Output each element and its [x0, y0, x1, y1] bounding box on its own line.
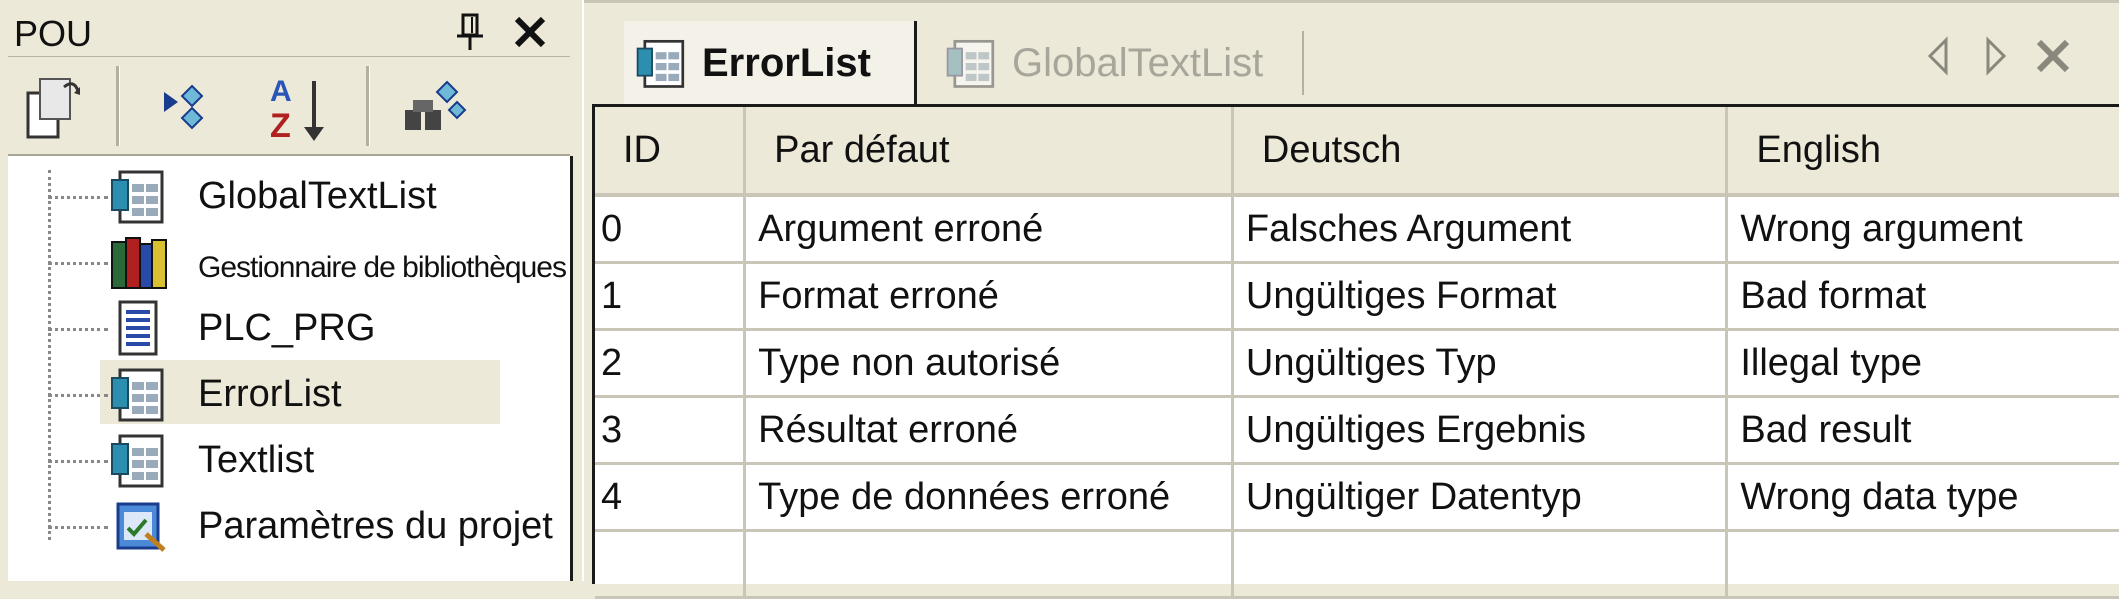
project-settings-icon [116, 502, 166, 552]
sort-by-type-icon [164, 84, 204, 130]
properties-button[interactable] [12, 68, 92, 148]
pou-panel: POU A Z GlobalTextList Gestionnaire de b… [8, 8, 573, 581]
tree-item-project-settings[interactable]: Paramètres du projet [8, 492, 570, 558]
cell-deutsch[interactable]: Ungültiger Datentyp [1232, 463, 1729, 532]
cell-default[interactable]: Format erroné [744, 262, 1234, 331]
sort-az-icon: A Z [270, 75, 324, 145]
table-row-empty[interactable] [595, 530, 2119, 599]
close-icon [2036, 39, 2070, 73]
pin-icon [457, 13, 483, 50]
toolbar-separator [116, 66, 120, 146]
close-panel-button[interactable] [508, 10, 552, 54]
tree-item-label: PLC_PRG [198, 307, 376, 349]
tree-connector [48, 394, 108, 397]
cell-default[interactable]: Argument erroné [744, 195, 1234, 264]
tree-connector [48, 526, 108, 529]
textlist-icon [111, 434, 164, 488]
column-header-english[interactable]: English [1726, 107, 2119, 197]
tab-label: GlobalTextList [1012, 40, 1264, 85]
tree-item-label: Textlist [198, 439, 315, 481]
close-icon [514, 16, 546, 48]
tree-item-errorlist[interactable]: ErrorList [8, 360, 570, 426]
cell-default[interactable]: Type non autorisé [744, 329, 1234, 398]
column-header-id[interactable]: ID [595, 107, 747, 197]
tree-connector [48, 262, 108, 265]
cell-english[interactable] [1726, 530, 2119, 599]
cell-id[interactable]: 0 [595, 195, 747, 264]
tree-item-library-manager[interactable]: Gestionnaire de bibliothèques [8, 228, 570, 294]
scroll-tabs-left-button[interactable] [1914, 31, 1964, 81]
tree-item-label: Paramètres du projet [198, 505, 553, 547]
textlist-icon [111, 368, 164, 422]
cell-deutsch[interactable] [1232, 530, 1729, 599]
svg-text:A: A [270, 75, 292, 108]
cell-id[interactable]: 4 [595, 463, 747, 532]
cell-id[interactable]: 2 [595, 329, 747, 398]
svg-text:Z: Z [270, 107, 291, 145]
textlist-icon [946, 39, 995, 88]
properties-icon [26, 78, 80, 139]
toolbar-separator [366, 66, 370, 146]
tree-item-plc-prg[interactable]: PLC_PRG [8, 294, 570, 360]
table-row[interactable]: 0 Argument erroné Falsches Argument Wron… [595, 195, 2119, 264]
pou-panel-header: POU [8, 8, 570, 57]
cell-english[interactable]: Illegal type [1726, 329, 2119, 398]
find-button[interactable] [394, 68, 474, 148]
tab-globaltextlist[interactable]: GlobalTextList [934, 21, 1274, 105]
column-header-deutsch[interactable]: Deutsch [1232, 107, 1729, 197]
text-list-table: ID Par défaut Deutsch English 0 Argument… [595, 107, 2119, 599]
cell-id[interactable]: 1 [595, 262, 747, 331]
table-row[interactable]: 2 Type non autorisé Ungültiges Typ Illeg… [595, 329, 2119, 398]
table-row[interactable]: 4 Type de données erroné Ungültiger Date… [595, 463, 2119, 532]
table-row[interactable]: 1 Format erroné Ungültiges Format Bad fo… [595, 262, 2119, 331]
cell-english[interactable]: Bad format [1726, 262, 2119, 331]
pou-panel-title: POU [14, 13, 93, 54]
text-list-editor: ErrorList GlobalTextList ID Par défaut D… [582, 0, 2119, 599]
tree-connector [48, 328, 108, 331]
pou-tree: GlobalTextList Gestionnaire de bibliothè… [8, 156, 573, 581]
cell-english[interactable]: Bad result [1726, 396, 2119, 465]
column-header-default[interactable]: Par défaut [744, 107, 1234, 197]
tree-item-label: Gestionnaire de bibliothèques [198, 251, 567, 284]
text-list-grid: ID Par défaut Deutsch English 0 Argument… [592, 104, 2119, 599]
sort-by-type-button[interactable] [146, 68, 226, 148]
tab-errorlist[interactable]: ErrorList [624, 21, 917, 105]
cell-id[interactable]: 3 [595, 396, 747, 465]
library-manager-icon [111, 237, 167, 289]
pou-toolbar: A Z [8, 58, 570, 156]
cell-english[interactable]: Wrong argument [1726, 195, 2119, 264]
cell-id[interactable] [595, 530, 747, 599]
scroll-tabs-right-button[interactable] [1970, 31, 2020, 81]
cell-english[interactable]: Wrong data type [1726, 463, 2119, 532]
cell-deutsch[interactable]: Ungültiges Format [1232, 262, 1729, 331]
editor-tab-bar: ErrorList GlobalTextList [584, 0, 2119, 107]
pin-button[interactable] [448, 10, 492, 54]
cell-deutsch[interactable]: Ungültiges Typ [1232, 329, 1729, 398]
tree-item-label: GlobalTextList [198, 175, 437, 217]
triangle-left-icon [1927, 36, 1948, 76]
cell-deutsch[interactable]: Ungültiges Ergebnis [1232, 396, 1729, 465]
tab-separator [1302, 31, 1304, 95]
textlist-icon [636, 39, 685, 88]
textlist-icon [111, 170, 164, 224]
triangle-right-icon [1986, 36, 2007, 76]
tree-item-label: ErrorList [198, 373, 342, 415]
tab-label: ErrorList [702, 40, 871, 85]
tree-item-globaltextlist[interactable]: GlobalTextList [8, 162, 570, 228]
tree-connector [48, 460, 108, 463]
cell-default[interactable]: Résultat erroné [744, 396, 1234, 465]
close-tab-button[interactable] [2028, 31, 2078, 81]
tree-connector [48, 196, 108, 199]
sort-az-button[interactable]: A Z [258, 68, 338, 148]
cell-default[interactable]: Type de données erroné [744, 463, 1234, 532]
cell-deutsch[interactable]: Falsches Argument [1232, 195, 1729, 264]
table-header-row: ID Par défaut Deutsch English [595, 107, 2119, 197]
tree-item-textlist[interactable]: Textlist [8, 426, 570, 492]
program-icon [118, 300, 158, 356]
cell-default[interactable] [744, 530, 1234, 599]
find-icon [405, 80, 467, 130]
table-row[interactable]: 3 Résultat erroné Ungültiges Ergebnis Ba… [595, 396, 2119, 465]
